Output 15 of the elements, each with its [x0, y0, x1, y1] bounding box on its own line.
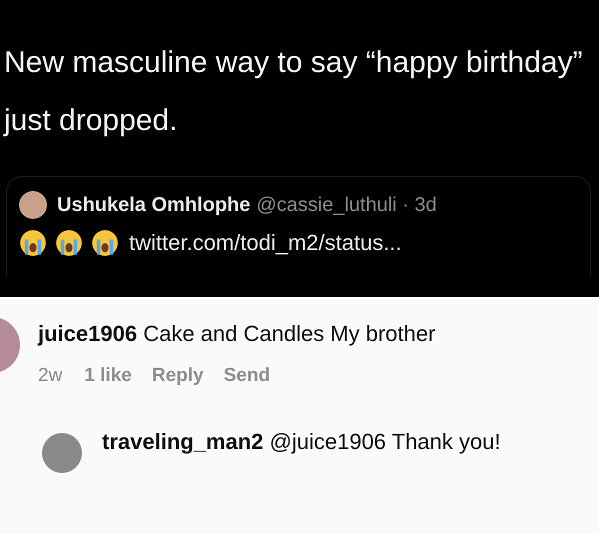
- action-link[interactable]: Send: [224, 365, 270, 387]
- post-text: New masculine way to say “happy birthday” just dropped.: [4, 45, 584, 139]
- crying-face-icon: [19, 229, 47, 257]
- comment-text: juice1906 Cake and Candles My brother: [38, 321, 436, 347]
- crying-face-icon: [55, 229, 83, 257]
- reply-text: traveling_man2 @juice1906 Thank you!: [102, 428, 502, 456]
- display-name: Ushukela Omhlophe: [57, 194, 250, 216]
- likes-link[interactable]: 1 like: [84, 365, 132, 387]
- handle: @cassie_luthuli · 3d: [256, 194, 437, 216]
- action-link[interactable]: Reply: [152, 365, 204, 387]
- timestamp: 2w: [38, 365, 62, 387]
- crying-face-icon: [91, 229, 119, 257]
- link[interactable]: twitter.com/todi_m2/status...: [129, 230, 402, 256]
- avatar: [42, 433, 82, 473]
- avatar: [19, 191, 47, 219]
